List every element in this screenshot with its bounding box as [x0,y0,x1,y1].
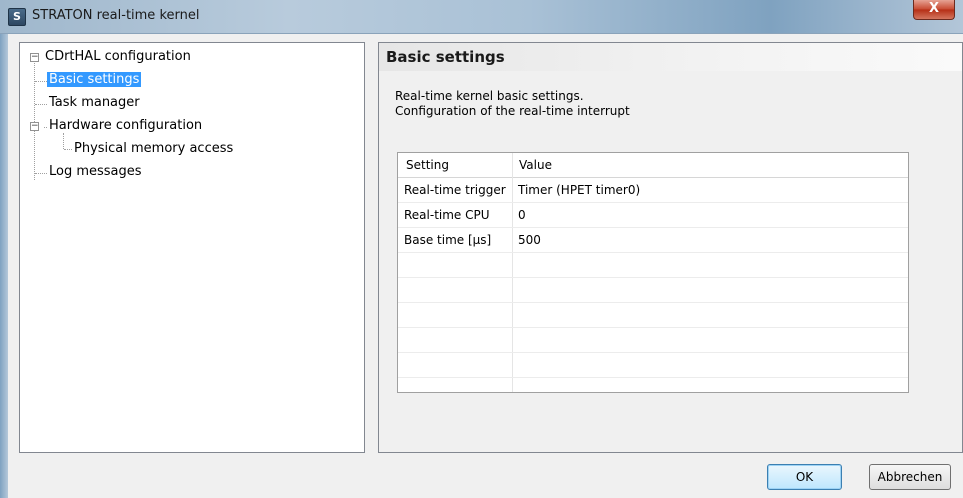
panel-description: Real-time kernel basic settings. [395,89,584,103]
tree-connector [64,149,72,150]
column-header-setting[interactable]: Setting [406,158,449,172]
row-divider [398,327,908,328]
collapse-hardware-icon[interactable]: − [30,122,39,131]
ok-button[interactable]: OK [767,464,842,490]
grid-header: Setting Value [398,153,908,178]
panel-description: Configuration of the real-time interrupt [395,104,630,118]
close-button[interactable]: X [913,0,955,20]
column-separator [512,153,513,392]
grid-cell-setting[interactable]: Base time [µs] [404,233,491,247]
window-frame-left [0,34,8,498]
tree-connector [63,133,64,149]
dialog-client-area: − CDrtHAL configuration Basic settings T… [8,34,963,498]
tree-connector [35,104,47,105]
panel-header: Basic settings [379,43,962,71]
row-divider [398,202,908,203]
tree-connector [35,81,47,82]
window-title: STRATON real-time kernel [32,8,200,23]
row-divider [398,252,908,253]
tree-connector [35,173,47,174]
tree-item-log-messages[interactable]: Log messages [49,164,142,179]
tree-item-hardware-configuration[interactable]: Hardware configuration [49,118,202,133]
tree-item-cdrthal-configuration[interactable]: CDrtHAL configuration [45,49,191,64]
grid-cell-value[interactable]: 0 [518,208,526,222]
title-bar[interactable]: S STRATON real-time kernel X [0,0,963,34]
row-divider [398,352,908,353]
settings-panel: Basic settings Real-time kernel basic se… [378,42,963,453]
dialog-window: S STRATON real-time kernel X − CDrtHAL c… [0,0,963,498]
tree-item-task-manager[interactable]: Task manager [49,95,140,110]
settings-tree[interactable]: − CDrtHAL configuration Basic settings T… [19,42,365,453]
grid-cell-setting[interactable]: Real-time CPU [404,208,490,222]
tree-connector [44,127,47,128]
settings-grid[interactable]: Setting Value Real-time trigger Timer (H… [397,152,909,393]
tree-item-label: Basic settings [47,72,142,87]
grid-cell-value[interactable]: 500 [518,233,541,247]
row-divider [398,377,908,378]
grid-cell-setting[interactable]: Real-time trigger [404,183,506,197]
row-divider [398,302,908,303]
row-divider [398,277,908,278]
tree-item-basic-settings[interactable]: Basic settings [47,72,142,87]
panel-title: Basic settings [386,48,505,66]
straton-app-icon: S [8,8,26,26]
tree-item-physical-memory-access[interactable]: Physical memory access [74,141,233,156]
column-header-value[interactable]: Value [519,158,552,172]
cancel-button[interactable]: Abbrechen [869,464,951,490]
row-divider [398,227,908,228]
grid-cell-value[interactable]: Timer (HPET timer0) [518,183,640,197]
collapse-root-icon[interactable]: − [30,53,39,62]
